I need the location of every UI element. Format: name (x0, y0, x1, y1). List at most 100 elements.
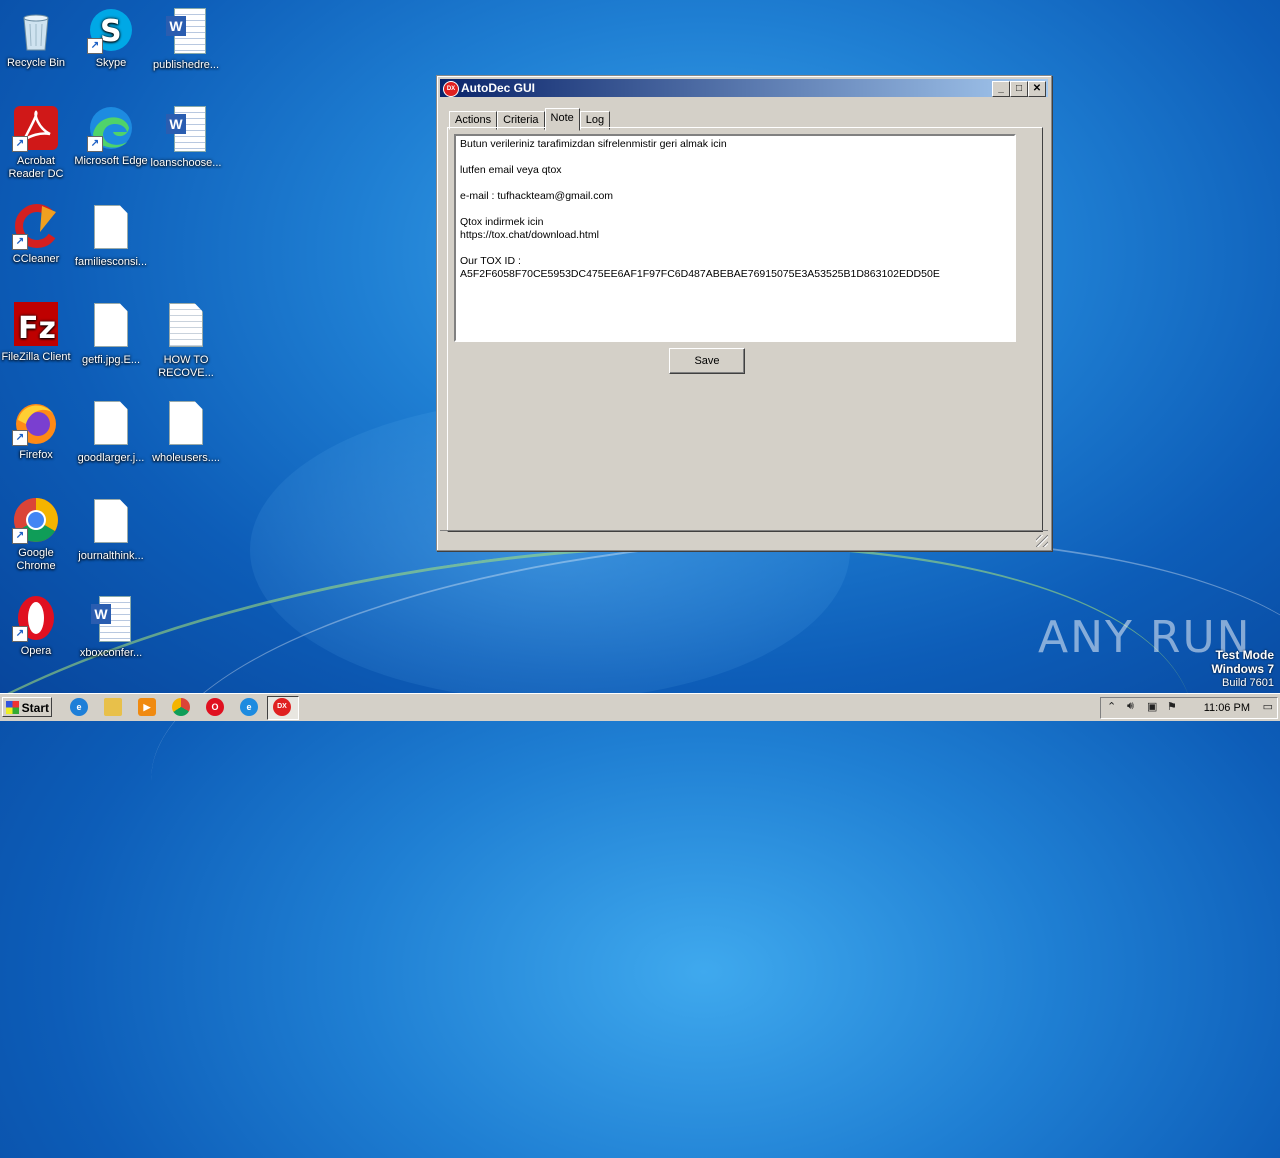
note-line: https://tox.chat/download.html (460, 229, 599, 241)
desktop-icon-file[interactable]: journalthink... (73, 496, 149, 563)
autodec-icon: DX (273, 698, 291, 716)
taskbar: Start e ▶ O e DX ⌃ 🔊︎ ▣ ⚑ 11:06 PM ▭ (0, 693, 1280, 721)
desktop-icon-label: getfi.jpg.E... (81, 354, 141, 366)
close-button[interactable]: ✕ (1028, 81, 1046, 97)
filezilla-icon: Fz (12, 300, 60, 348)
blank-file-icon (169, 401, 203, 445)
action-center-flag-icon[interactable]: ⚑ (1167, 700, 1177, 713)
desktop-icon-label: familiesconsi... (74, 256, 148, 268)
note-line (460, 177, 1010, 190)
desktop-icon-label: Firefox (19, 449, 53, 461)
word-doc-icon: W (166, 106, 206, 152)
ie-icon[interactable]: e (70, 698, 88, 716)
window-title: AutoDec GUI (461, 81, 536, 95)
desktop-icon-ccleaner[interactable]: ↗ CCleaner (0, 202, 74, 266)
save-button[interactable]: Save (669, 348, 745, 374)
note-line (460, 242, 1010, 255)
opera-icon[interactable]: O (206, 698, 224, 716)
firefox-icon: ↗ (12, 398, 60, 446)
taskbar-autodec-button[interactable]: DX (267, 696, 299, 720)
tab-note[interactable]: Note (544, 108, 580, 131)
desktop-icon-file[interactable]: getfi.jpg.E... (73, 300, 149, 367)
skype-icon: S ↗ (87, 6, 135, 54)
desktop-icon-label: Recycle Bin (6, 57, 66, 69)
note-textarea[interactable]: Butun verileriniz tarafimizdan sifrelenm… (454, 134, 1016, 342)
desktop-icon-chrome[interactable]: ↗ Google Chrome (0, 496, 74, 573)
desktop-icon-label: journalthink... (78, 550, 144, 562)
desktop-icon-label: publishedre... (152, 59, 220, 71)
clock[interactable]: 11:06 PM (1204, 702, 1250, 714)
start-label: Start (21, 701, 49, 715)
desktop-icon-label: Microsoft Edge (74, 155, 148, 167)
desktop-icon-edge[interactable]: ↗ Microsoft Edge (73, 104, 149, 168)
note-line: e-mail : tufhackteam@gmail.com (460, 190, 614, 202)
explorer-icon[interactable] (104, 698, 122, 716)
test-mode-text: Test Mode (1215, 648, 1274, 662)
desktop-icon-firefox[interactable]: ↗ Firefox (0, 398, 74, 462)
desktop-icon-file[interactable]: goodlarger.j... (73, 398, 149, 465)
word-doc-icon: W (91, 596, 131, 642)
shortcut-arrow-icon: ↗ (12, 430, 28, 446)
desktop-icon-word-doc[interactable]: W publishedre... (148, 6, 224, 72)
edge-icon: ↗ (87, 104, 135, 152)
os-name-text: Windows 7 (1211, 662, 1274, 676)
acrobat-icon: ↗ (12, 104, 60, 152)
test-mode-watermark: Test Mode Windows 7 Build 7601 (1211, 648, 1274, 690)
desktop-icon-label: CCleaner (12, 253, 60, 265)
desktop-icon-word-doc[interactable]: W loanschoose... (148, 104, 224, 170)
desktop-icon-text-file[interactable]: HOW TO RECOVE... (148, 300, 224, 380)
desktop-icon-skype[interactable]: S ↗ Skype (73, 6, 149, 70)
autodec-window[interactable]: DX AutoDec GUI _ □ ✕ Actions Criteria No… (436, 75, 1052, 551)
note-line: lutfen email veya qtox (460, 164, 562, 176)
shortcut-arrow-icon: ↗ (12, 234, 28, 250)
note-line: Our TOX ID : (460, 255, 521, 267)
desktop-icon-label: Google Chrome (16, 547, 56, 572)
system-tray: ⌃ 🔊︎ ▣ ⚑ 11:06 PM ▭ (1100, 697, 1278, 719)
desktop-icon-acrobat[interactable]: ↗ Acrobat Reader DC (0, 104, 74, 181)
start-button[interactable]: Start (2, 697, 52, 717)
note-line (460, 203, 1010, 216)
desktop-icon-word-doc[interactable]: W xboxconfer... (73, 594, 149, 660)
volume-icon[interactable]: 🔊︎ (1127, 700, 1134, 713)
note-tab-panel: Butun verileriniz tarafimizdan sifrelenm… (447, 127, 1043, 532)
windows-flag-icon (6, 701, 19, 714)
desktop-icon-file[interactable]: familiesconsi... (73, 202, 149, 269)
desktop-icon-recycle-bin[interactable]: Recycle Bin (0, 6, 74, 70)
note-line: Qtox indirmek icin (460, 216, 544, 228)
shortcut-arrow-icon: ↗ (87, 38, 103, 54)
desktop-icon-opera[interactable]: ↗ Opera (0, 594, 74, 658)
shortcut-arrow-icon: ↗ (12, 528, 28, 544)
shortcut-arrow-icon: ↗ (12, 626, 28, 642)
minimize-button[interactable]: _ (992, 81, 1010, 97)
media-player-icon[interactable]: ▶ (138, 698, 156, 716)
status-bar (440, 530, 1048, 547)
chrome-icon[interactable] (172, 698, 190, 716)
window-titlebar[interactable]: DX AutoDec GUI _ □ ✕ (440, 79, 1048, 97)
tray-expand-icon[interactable]: ⌃ (1107, 700, 1116, 713)
desktop-icon-label: xboxconfer... (79, 647, 143, 659)
desktop-icon-label: loanschoose... (150, 157, 222, 169)
chrome-icon: ↗ (12, 496, 60, 544)
autodec-app-icon: DX (443, 81, 459, 97)
ccleaner-icon: ↗ (12, 202, 60, 250)
shortcut-arrow-icon: ↗ (12, 136, 28, 152)
blank-file-icon (94, 205, 128, 249)
text-file-icon (169, 303, 203, 347)
desktop-icon-label: goodlarger.j... (77, 452, 145, 464)
opera-icon: ↗ (12, 594, 60, 642)
network-icon[interactable]: ▣ (1147, 700, 1157, 713)
recycle-bin-icon (12, 6, 60, 54)
blank-file-icon (94, 401, 128, 445)
note-line (460, 151, 1010, 164)
desktop-icon-filezilla[interactable]: Fz FileZilla Client (0, 300, 74, 364)
resize-grip-icon[interactable] (1036, 535, 1048, 547)
maximize-button[interactable]: □ (1010, 81, 1028, 97)
desktop-icon-label: Opera (20, 645, 52, 657)
note-line: Butun verileriniz tarafimizdan sifrelenm… (460, 138, 727, 150)
show-desktop-icon[interactable]: ▭ (1263, 700, 1273, 713)
build-text: Build 7601 (1222, 677, 1274, 689)
blank-file-icon (94, 499, 128, 543)
edge-icon[interactable]: e (240, 698, 258, 716)
desktop-icon-label: HOW TO RECOVE... (158, 354, 214, 379)
desktop-icon-file[interactable]: wholeusers.... (148, 398, 224, 465)
